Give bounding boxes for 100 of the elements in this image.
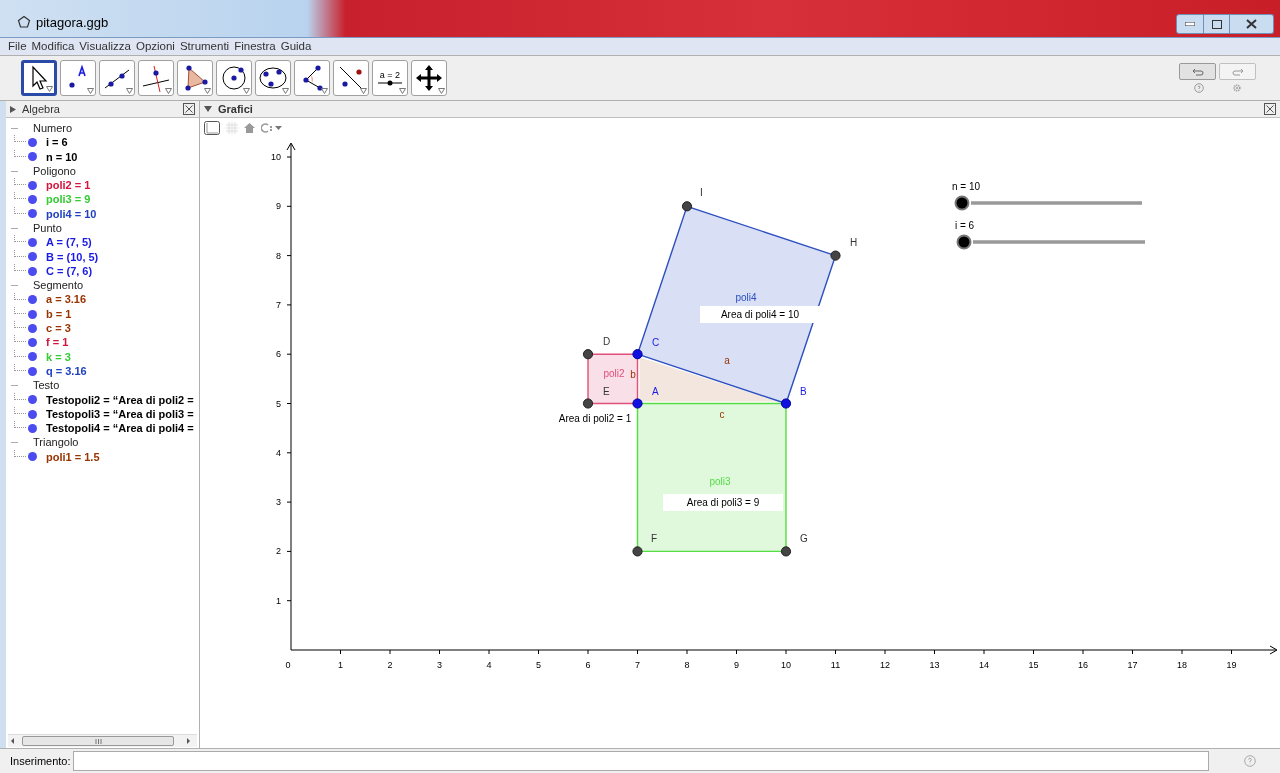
point-label: A <box>652 386 659 397</box>
maximize-button[interactable] <box>1204 14 1230 34</box>
grid-toggle-icon[interactable] <box>226 122 238 134</box>
axis-tick-label: 2 <box>387 660 393 670</box>
point-marker[interactable] <box>780 546 792 557</box>
point-marker[interactable] <box>582 349 594 360</box>
axis-tick-label: 6 <box>585 660 591 670</box>
tool-button[interactable] <box>21 60 57 96</box>
axis-tick-label: 9 <box>276 201 281 212</box>
dropdown-triangle-icon <box>321 88 328 94</box>
slider-thumb[interactable] <box>954 195 970 211</box>
algebra-entry[interactable]: n = 10 <box>46 148 78 165</box>
point-label: D <box>603 336 611 347</box>
category-label: Testo <box>33 378 60 394</box>
horizontal-scrollbar[interactable] <box>8 734 197 747</box>
point-marker[interactable] <box>632 349 643 360</box>
algebra-entry[interactable]: A = (7, 5) <box>46 234 92 251</box>
algebra-entry[interactable]: f = 1 <box>46 334 69 351</box>
axis-tick-label: 17 <box>1127 660 1138 670</box>
point-marker[interactable] <box>632 398 643 409</box>
point-marker[interactable] <box>830 250 841 261</box>
slider-track[interactable] <box>971 201 1142 205</box>
algebra-entry[interactable]: poli4 = 10 <box>46 205 97 223</box>
tool-button[interactable] <box>60 60 96 96</box>
slider-thumb[interactable] <box>956 234 972 250</box>
point-marker[interactable] <box>681 201 693 212</box>
menu-item[interactable]: File <box>8 37 27 56</box>
menu-item[interactable]: Modifica <box>31 37 75 56</box>
point-label: C <box>652 337 660 348</box>
tool-button[interactable] <box>99 60 135 96</box>
close-panel-icon[interactable] <box>183 103 195 115</box>
point-capture-icon[interactable] <box>261 123 283 133</box>
axis-tick-label: 3 <box>276 497 281 508</box>
point-label: E <box>603 386 610 397</box>
menu-item[interactable]: Visualizza <box>79 37 131 56</box>
axis-tick-label: 10 <box>781 660 791 670</box>
axis-tick-label: 5 <box>276 398 281 409</box>
axis-tick-label: 3 <box>437 660 442 670</box>
algebra-entry[interactable]: poli1 = 1.5 <box>46 448 100 466</box>
home-icon[interactable] <box>244 123 255 133</box>
minimize-button[interactable] <box>1176 14 1204 34</box>
menu-item[interactable]: Finestra <box>234 37 276 56</box>
close-panel-icon[interactable] <box>1264 103 1276 115</box>
axis-tick-label: 8 <box>684 660 690 670</box>
point-marker[interactable] <box>632 546 643 557</box>
algebra-entry[interactable]: a = 3.16 <box>46 291 87 308</box>
dropdown-triangle-icon <box>399 88 406 94</box>
point-marker[interactable] <box>582 398 594 409</box>
point-marker[interactable] <box>780 398 792 409</box>
algebra-entry[interactable]: poli2 = 1 <box>46 177 91 194</box>
algebra-entry[interactable]: i = 6 <box>46 134 68 151</box>
axis-tick-label: 11 <box>830 660 841 670</box>
close-button[interactable] <box>1230 14 1274 34</box>
algebra-entry[interactable]: Testopoli4 = “Area di poli4 = <box>46 420 194 437</box>
menu-item[interactable]: Opzioni <box>135 37 175 56</box>
segment-label: b <box>630 369 636 380</box>
point-label: I <box>700 187 703 198</box>
menu-item[interactable]: Strumenti <box>179 37 230 56</box>
menu-item[interactable]: Guida <box>280 37 312 56</box>
axis-tick-label: 2 <box>276 546 281 557</box>
tool-button[interactable]: a = 2 <box>372 60 408 96</box>
undo-icon <box>1191 67 1204 76</box>
axis-tick-label: 14 <box>979 660 989 670</box>
circle-tool-icon <box>219 63 249 93</box>
point-label: F <box>651 533 658 544</box>
dropdown-triangle-icon <box>243 88 250 94</box>
category-label: Triangolo <box>33 435 79 451</box>
expand-triangle-icon[interactable] <box>10 105 16 113</box>
axis-tick-label: 5 <box>536 660 541 670</box>
scrollbar-thumb[interactable] <box>22 736 174 746</box>
perpendicular-tool-icon <box>141 63 171 93</box>
segment-label: c <box>719 409 725 420</box>
axis-tick-label: 12 <box>880 660 890 670</box>
triangle-shape[interactable] <box>639 357 778 402</box>
dropdown-triangle-icon <box>126 88 133 94</box>
axis-tick-label: 6 <box>276 349 281 360</box>
tool-button[interactable] <box>411 60 447 96</box>
input-field[interactable] <box>72 751 1209 771</box>
slider-label: i = 6 <box>955 220 975 231</box>
graphics-canvas[interactable]: 0 1 2 3 4 5 6 7 8 9 10 11 12 13 14 15 16 17 18 19 10 9 8 7 6 5 4 3 2 1 I H poli4 Area di poli4 = 10 D C a poli2 b E A B Area di poli2 = 1 c poli3 Area di poli3 = 9 F G n = 10 i = 6 <box>200 138 1280 748</box>
collapse-triangle-icon[interactable] <box>204 106 212 112</box>
close-icon <box>1246 19 1257 29</box>
tool-button[interactable] <box>294 60 330 96</box>
algebra-entry[interactable]: c = 3 <box>46 320 71 337</box>
tool-button[interactable] <box>138 60 174 96</box>
axes-toggle-icon[interactable] <box>204 121 220 135</box>
axis-tick-label: 0 <box>285 660 291 670</box>
tool-button[interactable] <box>333 60 369 96</box>
tool-button[interactable] <box>216 60 252 96</box>
tool-button[interactable] <box>255 60 291 96</box>
tool-button[interactable] <box>177 60 213 96</box>
area-text[interactable]: Area di poli2 = 1 <box>558 413 632 424</box>
grip-icon <box>94 738 102 744</box>
window-title: pitagora.ggb <box>36 14 109 32</box>
input-label: Inserimento: <box>10 753 71 769</box>
slider-track[interactable] <box>973 240 1145 244</box>
algebra-entry[interactable]: b = 1 <box>46 305 72 323</box>
polygon-label: poli2 <box>603 368 625 379</box>
dropdown-triangle-icon <box>46 86 53 92</box>
square-shape[interactable] <box>587 353 639 405</box>
